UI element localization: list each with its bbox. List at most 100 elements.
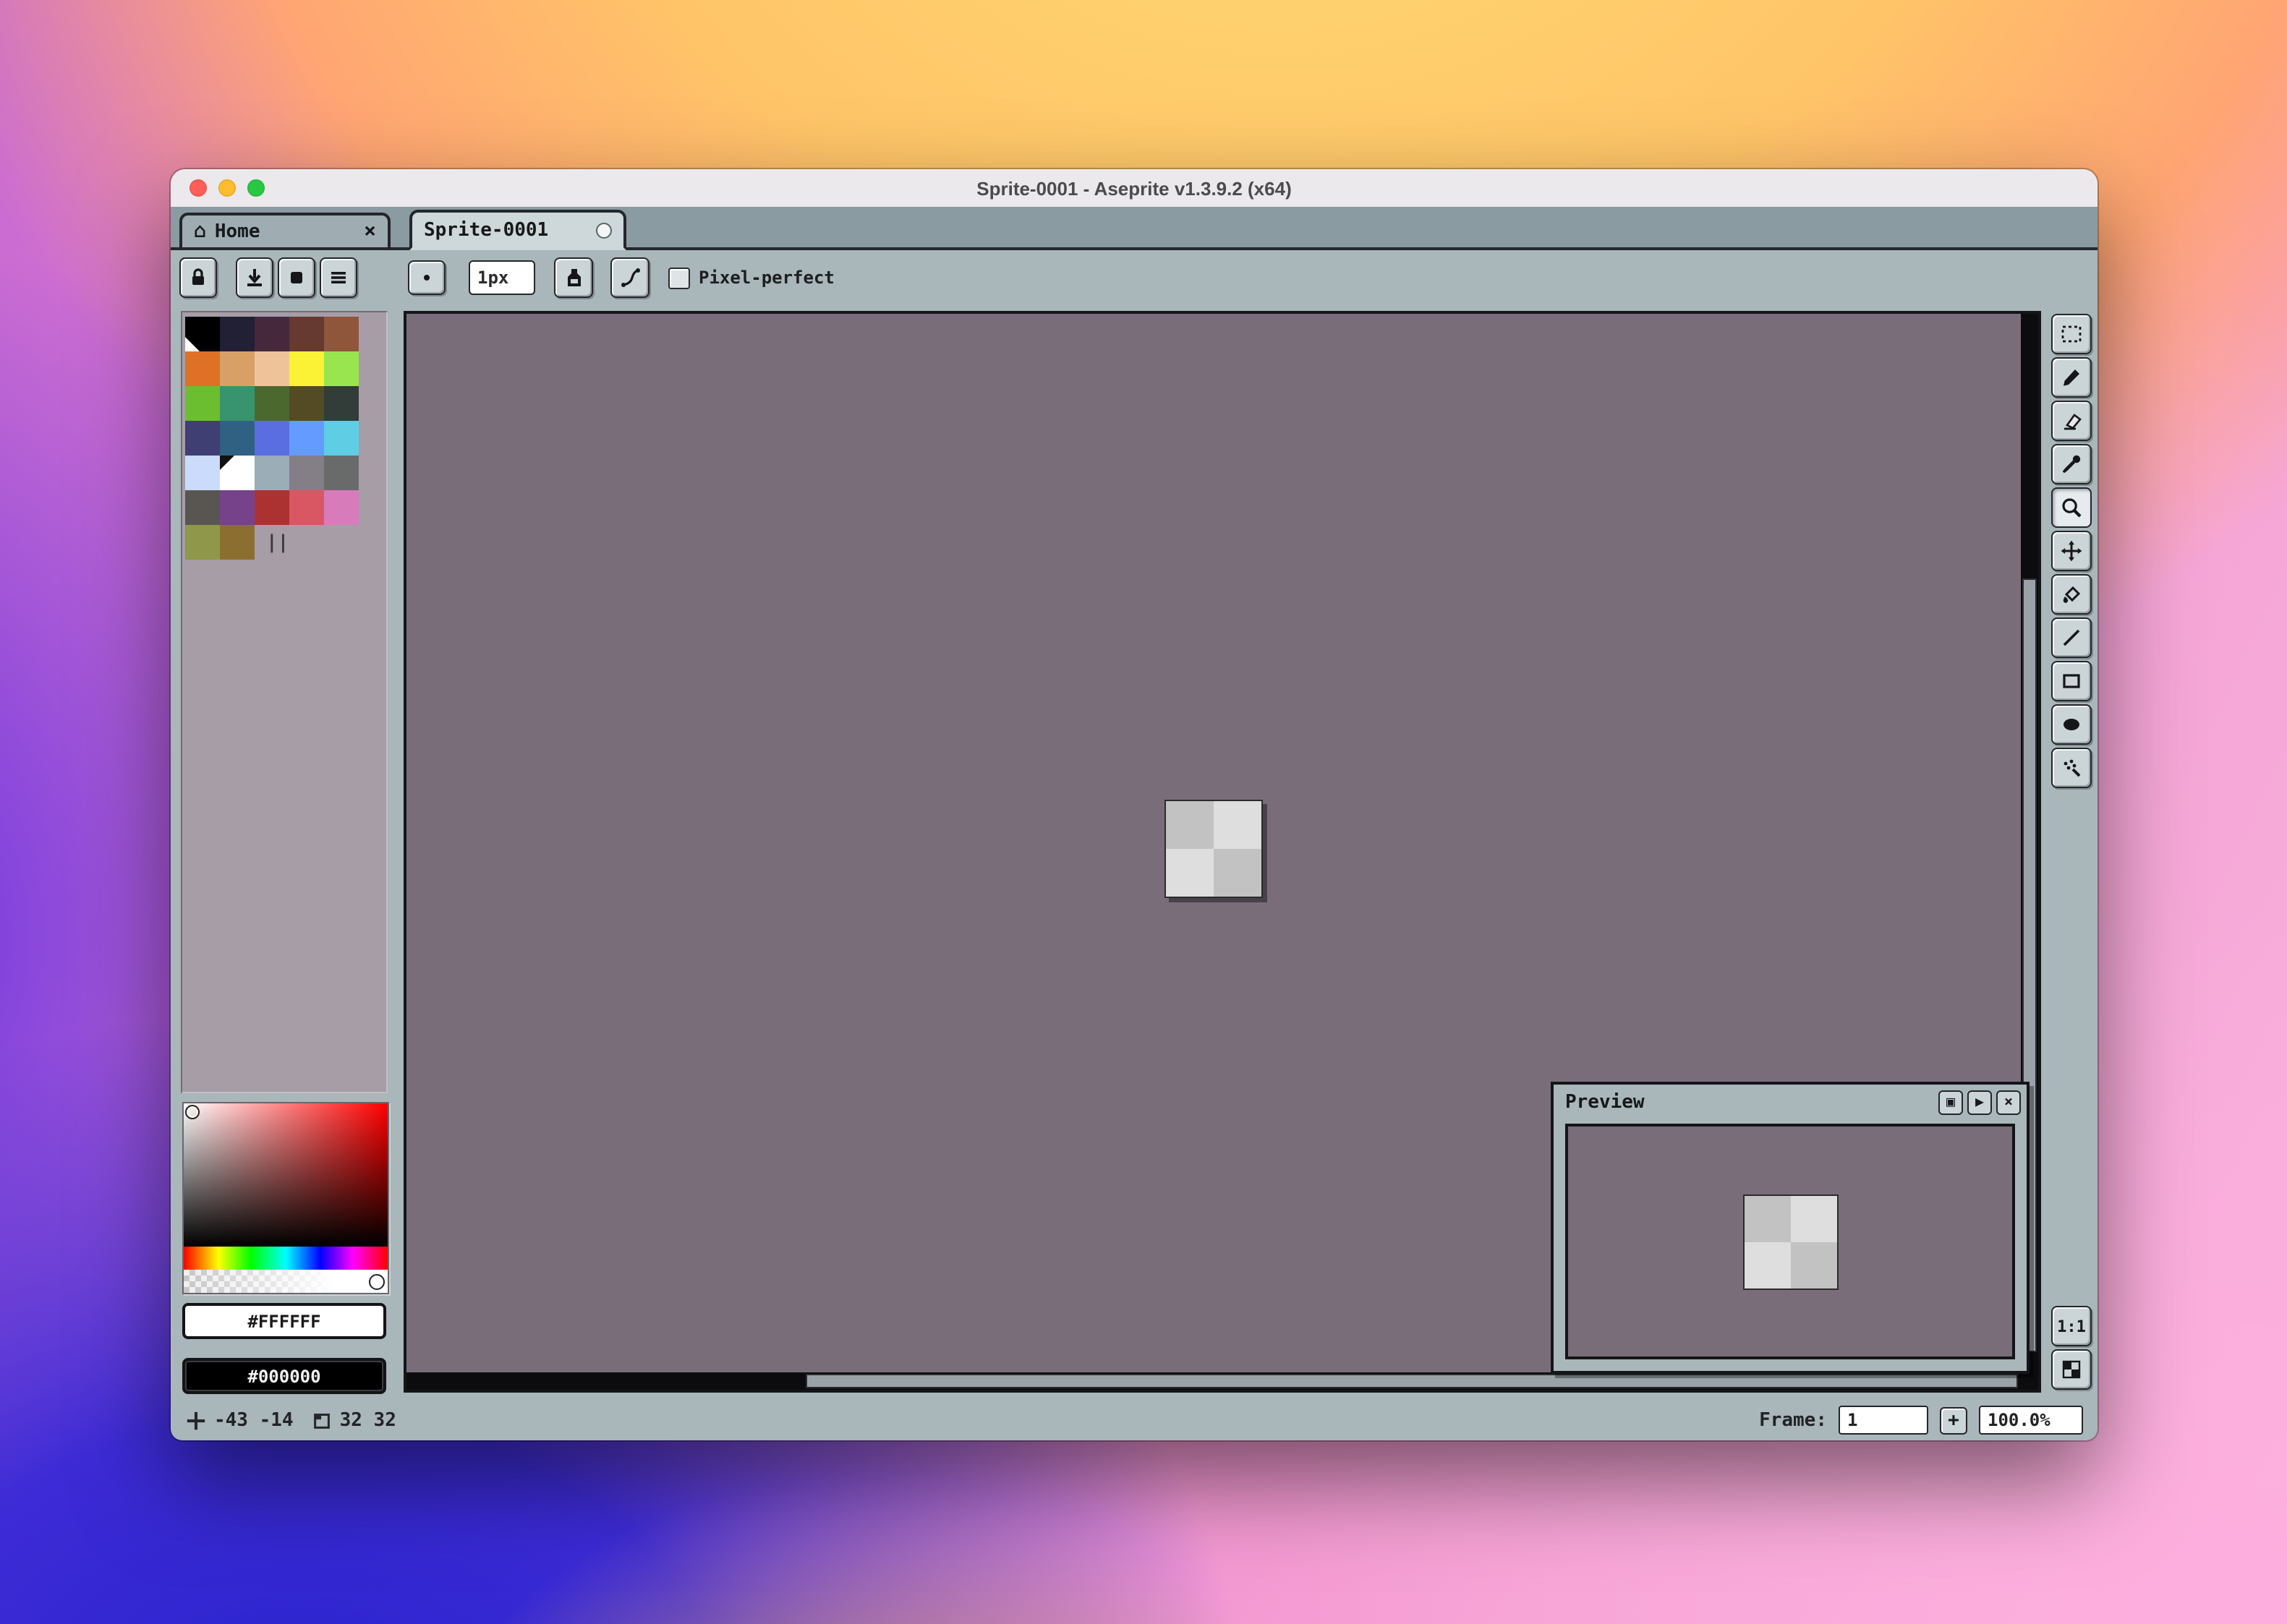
- palette-swatch[interactable]: [324, 386, 359, 421]
- paint-bucket-icon: [2060, 583, 2083, 606]
- pixel-perfect-checkbox[interactable]: [668, 267, 690, 289]
- preview-panel: Preview ▣ ▶ ×: [1551, 1082, 2030, 1374]
- ink-bottle-icon: [562, 266, 585, 289]
- eyedropper-tool-button[interactable]: [2051, 444, 2092, 484]
- frame-input[interactable]: 1: [1839, 1406, 1928, 1435]
- palette-panel: ||: [181, 311, 388, 1093]
- foreground-color-field[interactable]: #FFFFFF: [182, 1303, 386, 1339]
- dynamics-button[interactable]: [610, 257, 650, 298]
- left-panel: || #FFFFFF #000000: [179, 308, 391, 1400]
- zoom-1-1-label: 1:1: [2057, 1317, 2086, 1335]
- preview-titlebar[interactable]: Preview ▣ ▶ ×: [1554, 1085, 2027, 1119]
- preview-title: Preview: [1565, 1091, 1645, 1113]
- palette-swatch[interactable]: [289, 351, 324, 386]
- palette-swatch[interactable]: [289, 386, 324, 421]
- add-frame-button[interactable]: +: [1940, 1406, 1967, 1434]
- padlock-icon: [187, 266, 210, 289]
- tab-sprite-0001[interactable]: Sprite-0001: [409, 210, 626, 250]
- contour-tool-button[interactable]: [2051, 704, 2092, 745]
- zoom-1-1-button[interactable]: 1:1: [2051, 1306, 2092, 1346]
- alpha-marker-icon: [369, 1274, 385, 1290]
- palette-end-marker[interactable]: ||: [255, 525, 289, 560]
- palette-swatch[interactable]: [255, 386, 289, 421]
- palette-swatch[interactable]: [324, 317, 359, 351]
- pencil-icon: [2060, 366, 2083, 389]
- palette-swatch[interactable]: [220, 386, 255, 421]
- preview-options-button[interactable]: ▣: [1938, 1090, 1963, 1114]
- eraser-tool-button[interactable]: [2051, 401, 2092, 441]
- zoom-tool-button[interactable]: [2051, 487, 2092, 528]
- checkered-grid-button[interactable]: [2051, 1349, 2092, 1390]
- palette-swatch[interactable]: [255, 351, 289, 386]
- pixel-perfect-label[interactable]: Pixel-perfect: [699, 268, 835, 288]
- zoom-input[interactable]: 100.0%: [1979, 1406, 2083, 1435]
- palette-sort-button[interactable]: [236, 257, 273, 298]
- jumble-tool-button[interactable]: [2051, 748, 2092, 788]
- palette-swatch[interactable]: [185, 456, 220, 490]
- status-bar: -43 -14 32 32 Frame: 1 + 100.0%: [171, 1400, 2098, 1440]
- palette-swatch[interactable]: [255, 317, 289, 351]
- palette-swatch[interactable]: [255, 490, 289, 525]
- palette-swatch[interactable]: [185, 490, 220, 525]
- scrollbar-corner: [2021, 1372, 2038, 1390]
- brush-type-button[interactable]: [408, 260, 446, 295]
- close-window-button[interactable]: [189, 179, 207, 197]
- ink-button[interactable]: [554, 257, 593, 298]
- sprite-canvas[interactable]: [1164, 800, 1263, 898]
- saturation-value-area[interactable]: [184, 1103, 388, 1247]
- tab-home-label: Home: [215, 221, 260, 242]
- palette-swatch[interactable]: [185, 351, 220, 386]
- line-icon: [2060, 626, 2083, 649]
- palette-swatch[interactable]: [324, 456, 359, 490]
- palette-swatch[interactable]: [185, 317, 220, 351]
- palette-swatch[interactable]: [255, 421, 289, 456]
- hue-slider[interactable]: [184, 1247, 388, 1270]
- palette-swatch[interactable]: [185, 525, 220, 560]
- palette-swatch[interactable]: [324, 351, 359, 386]
- tab-strip: ⌂ Home × Sprite-0001: [171, 207, 2098, 250]
- tab-home[interactable]: ⌂ Home ×: [179, 213, 391, 250]
- dynamics-curve-icon: [618, 266, 642, 289]
- pencil-tool-button[interactable]: [2051, 357, 2092, 398]
- palette-swatch[interactable]: [289, 421, 324, 456]
- background-color-field[interactable]: #000000: [182, 1358, 386, 1394]
- palette-swatch[interactable]: [324, 490, 359, 525]
- palette-swatch[interactable]: [255, 456, 289, 490]
- tab-modified-dot: [596, 222, 612, 238]
- palette-swatch[interactable]: [220, 351, 255, 386]
- palette-swatch[interactable]: [220, 456, 255, 490]
- eraser-icon: [2060, 409, 2083, 432]
- palette-swatch[interactable]: [289, 317, 324, 351]
- minimize-window-button[interactable]: [218, 179, 236, 197]
- rectangle-tool-button[interactable]: [2051, 661, 2092, 701]
- brush-dot-icon: [417, 268, 437, 288]
- palette-swatch[interactable]: [220, 490, 255, 525]
- palette-swatch[interactable]: [185, 386, 220, 421]
- zoom-window-button[interactable]: [247, 179, 265, 197]
- palette-swatch[interactable]: [289, 456, 324, 490]
- palette-swatch[interactable]: [220, 421, 255, 456]
- canvas-size-icon: [311, 1409, 333, 1431]
- horizontal-scrollbar[interactable]: [406, 1372, 2021, 1390]
- palette-presets-button[interactable]: [278, 257, 315, 298]
- palette-swatch[interactable]: [220, 525, 255, 560]
- color-selector: [182, 1102, 389, 1294]
- palette-options-button[interactable]: [320, 257, 357, 298]
- preview-sprite-thumbnail: [1742, 1194, 1838, 1289]
- paint-bucket-tool-button[interactable]: [2051, 574, 2092, 615]
- close-tab-icon[interactable]: ×: [364, 220, 376, 243]
- filled-square-icon: [285, 266, 308, 289]
- brush-size-input[interactable]: 1px: [469, 260, 535, 295]
- palette-swatch[interactable]: [289, 490, 324, 525]
- horizontal-scrollbar-thumb[interactable]: [806, 1374, 2018, 1388]
- palette-swatch[interactable]: [185, 421, 220, 456]
- alpha-slider[interactable]: [184, 1270, 388, 1293]
- preview-close-button[interactable]: ×: [1996, 1090, 2021, 1114]
- move-tool-button[interactable]: [2051, 531, 2092, 571]
- palette-swatch[interactable]: [220, 317, 255, 351]
- rectangular-marquee-tool-button[interactable]: [2051, 314, 2092, 354]
- preview-play-button[interactable]: ▶: [1967, 1090, 1992, 1114]
- palette-swatch[interactable]: [324, 421, 359, 456]
- palette-lock-button[interactable]: [179, 257, 217, 298]
- line-tool-button[interactable]: [2051, 617, 2092, 658]
